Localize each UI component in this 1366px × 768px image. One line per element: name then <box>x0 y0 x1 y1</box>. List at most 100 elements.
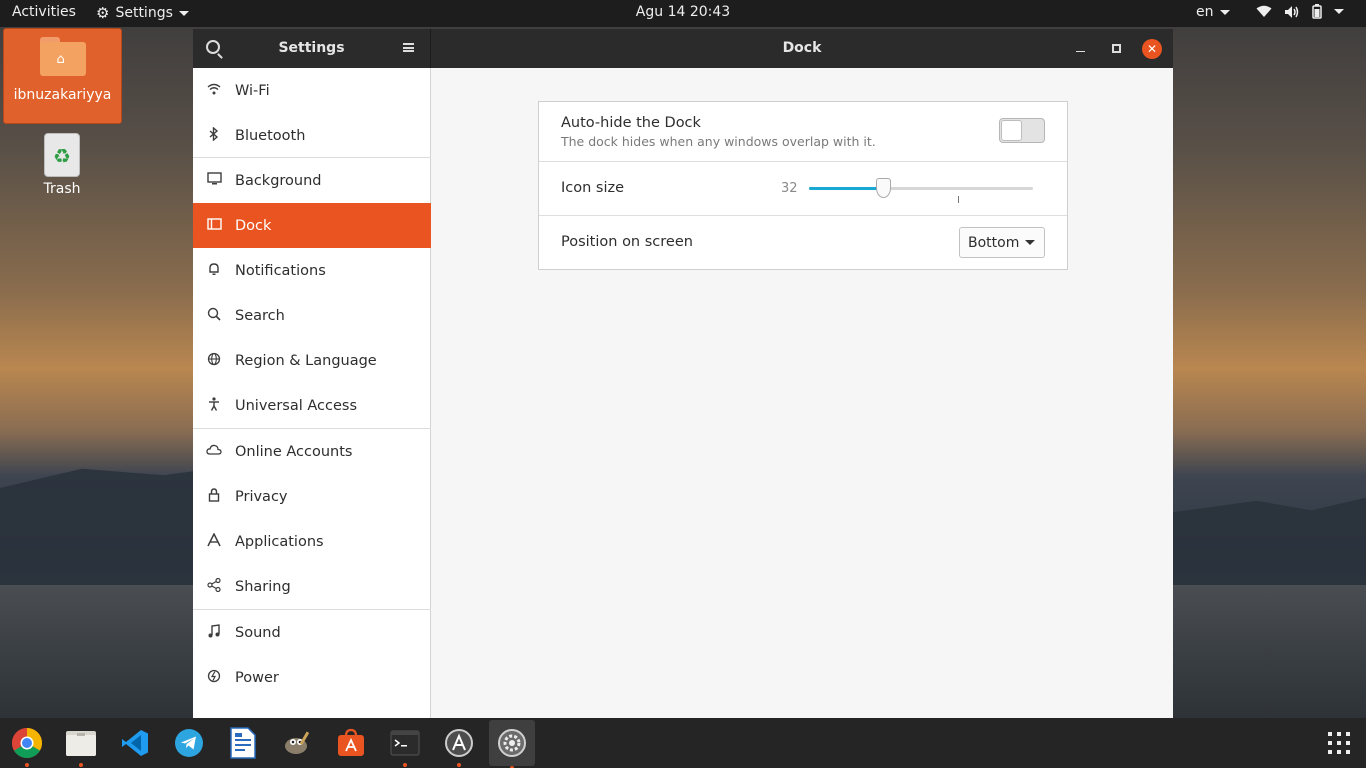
terminal-icon <box>390 730 420 756</box>
dock-app-terminal[interactable] <box>385 723 425 767</box>
trash-label: Trash <box>43 181 81 197</box>
maximize-button[interactable] <box>1106 39 1126 59</box>
minimize-icon <box>1075 51 1085 52</box>
power-icon <box>193 669 235 687</box>
software-center-icon <box>338 728 364 756</box>
share-icon <box>193 577 235 596</box>
system-tray[interactable] <box>1256 4 1344 19</box>
sidebar-item-power[interactable]: Power <box>193 655 431 700</box>
dock-app-software-center[interactable] <box>331 723 371 763</box>
sidebar-item-label: Dock <box>235 217 272 234</box>
slider-handle[interactable] <box>875 178 891 198</box>
sidebar-item-online-accounts[interactable]: Online Accounts <box>193 429 431 474</box>
applications-icon <box>193 531 235 551</box>
language-menu[interactable]: en <box>1196 4 1230 20</box>
sidebar-item-label: Universal Access <box>235 397 358 414</box>
home-folder-desktop-icon[interactable]: ⌂ ibnuzakariyya <box>3 28 122 124</box>
sidebar-item-label: Applications <box>235 533 324 550</box>
home-folder-label: ibnuzakariyya <box>13 87 112 103</box>
panel-title: Dock <box>782 40 822 56</box>
maximize-icon <box>1111 44 1121 53</box>
search-icon <box>193 307 235 325</box>
running-indicator <box>79 763 83 767</box>
sidebar-item-label: Search <box>235 307 285 324</box>
slider-fill <box>809 187 883 190</box>
running-indicator <box>403 763 407 767</box>
sidebar-item-label: Notifications <box>235 262 326 279</box>
sidebar-item-label: Privacy <box>235 488 288 505</box>
minimize-button[interactable] <box>1070 39 1090 59</box>
language-label: en <box>1196 4 1214 20</box>
position-label: Position on screen <box>561 234 693 250</box>
slider-tick-mark <box>958 196 959 203</box>
sidebar-item-region-language[interactable]: Region & Language <box>193 338 431 383</box>
autohide-toggle[interactable] <box>999 118 1045 143</box>
sidebar-item-label: Sound <box>235 624 281 641</box>
sidebar-item-privacy[interactable]: Privacy <box>193 474 431 519</box>
sidebar-item-applications[interactable]: Applications <box>193 519 431 564</box>
sidebar-item-bluetooth[interactable]: Bluetooth <box>193 113 431 158</box>
dock-app-settings[interactable] <box>489 720 535 768</box>
dock-app-vscode[interactable] <box>115 723 155 763</box>
sidebar-item-sound[interactable]: Sound <box>193 610 431 655</box>
bluetooth-icon <box>193 125 235 145</box>
sidebar-item-dock[interactable]: Dock <box>193 203 431 248</box>
sidebar-item-sharing[interactable]: Sharing <box>193 564 431 609</box>
icon-size-row: Icon size 32 <box>539 162 1067 216</box>
sidebar-item-wifi[interactable]: Wi-Fi <box>193 68 431 113</box>
sidebar-item-universal-access[interactable]: Universal Access <box>193 383 431 428</box>
sidebar-item-label: Region & Language <box>235 352 377 369</box>
clock[interactable]: Agu 14 20:43 <box>0 4 1366 20</box>
dock-app-software-updater[interactable] <box>439 723 479 767</box>
running-indicator <box>457 763 461 767</box>
trash-icon: ♻ <box>44 133 80 177</box>
cloud-icon <box>193 444 235 459</box>
chrome-icon <box>11 728 43 759</box>
wifi-icon <box>193 83 235 99</box>
close-button[interactable]: ✕ <box>1142 39 1162 59</box>
volume-icon <box>1285 5 1299 18</box>
sidebar-item-search[interactable]: Search <box>193 293 431 338</box>
icon-size-slider[interactable] <box>809 178 1033 198</box>
telegram-icon <box>175 729 203 757</box>
wifi-icon <box>1256 5 1272 17</box>
settings-sidebar: Wi-Fi Bluetooth Background Dock Notifica… <box>193 68 431 719</box>
sidebar-item-notifications[interactable]: Notifications <box>193 248 431 293</box>
show-applications-button[interactable] <box>1328 732 1350 754</box>
dock-app-gimp[interactable] <box>277 723 317 763</box>
dock-app-chrome[interactable] <box>7 723 47 767</box>
close-icon: ✕ <box>1146 42 1158 56</box>
settings-icon <box>498 729 526 757</box>
chevron-down-icon <box>1025 240 1036 245</box>
toggle-knob <box>1001 120 1022 141</box>
top-bar: Activities ⚙ Settings Agu 14 20:43 en <box>0 0 1366 27</box>
dock-app-writer[interactable] <box>223 723 263 763</box>
icon-size-label: Icon size <box>561 180 625 196</box>
sidebar-item-label: Bluetooth <box>235 127 306 144</box>
sidebar-item-background[interactable]: Background <box>193 158 431 203</box>
dock-app-telegram[interactable] <box>169 723 209 763</box>
files-icon <box>66 731 96 756</box>
writer-icon <box>230 727 256 759</box>
trash-desktop-icon[interactable]: ♻ Trash <box>30 133 94 197</box>
dock-app-files[interactable] <box>61 723 101 767</box>
sidebar-title: Settings <box>278 40 345 56</box>
dock-icon <box>193 217 235 234</box>
settings-window: Settings Dock ✕ Wi-Fi Bluetooth Backgrou… <box>193 29 1173 719</box>
globe-icon <box>193 352 235 370</box>
sidebar-item-label: Online Accounts <box>235 443 353 460</box>
home-folder-icon: ⌂ <box>39 37 86 77</box>
icon-size-value: 32 <box>781 181 798 196</box>
title-bar[interactable]: Settings Dock ✕ <box>193 29 1173 68</box>
bell-icon <box>193 262 235 280</box>
dock <box>0 718 1366 768</box>
sidebar-item-label: Sharing <box>235 578 291 595</box>
sidebar-item-label: Background <box>235 172 322 189</box>
battery-icon <box>1312 4 1322 19</box>
position-value: Bottom <box>968 234 1020 251</box>
position-dropdown[interactable]: Bottom <box>959 227 1045 258</box>
accessibility-icon <box>193 396 235 415</box>
hamburger-menu-icon[interactable] <box>403 43 414 52</box>
monitor-icon <box>193 172 235 189</box>
autohide-subtitle: The dock hides when any windows overlap … <box>561 134 876 149</box>
